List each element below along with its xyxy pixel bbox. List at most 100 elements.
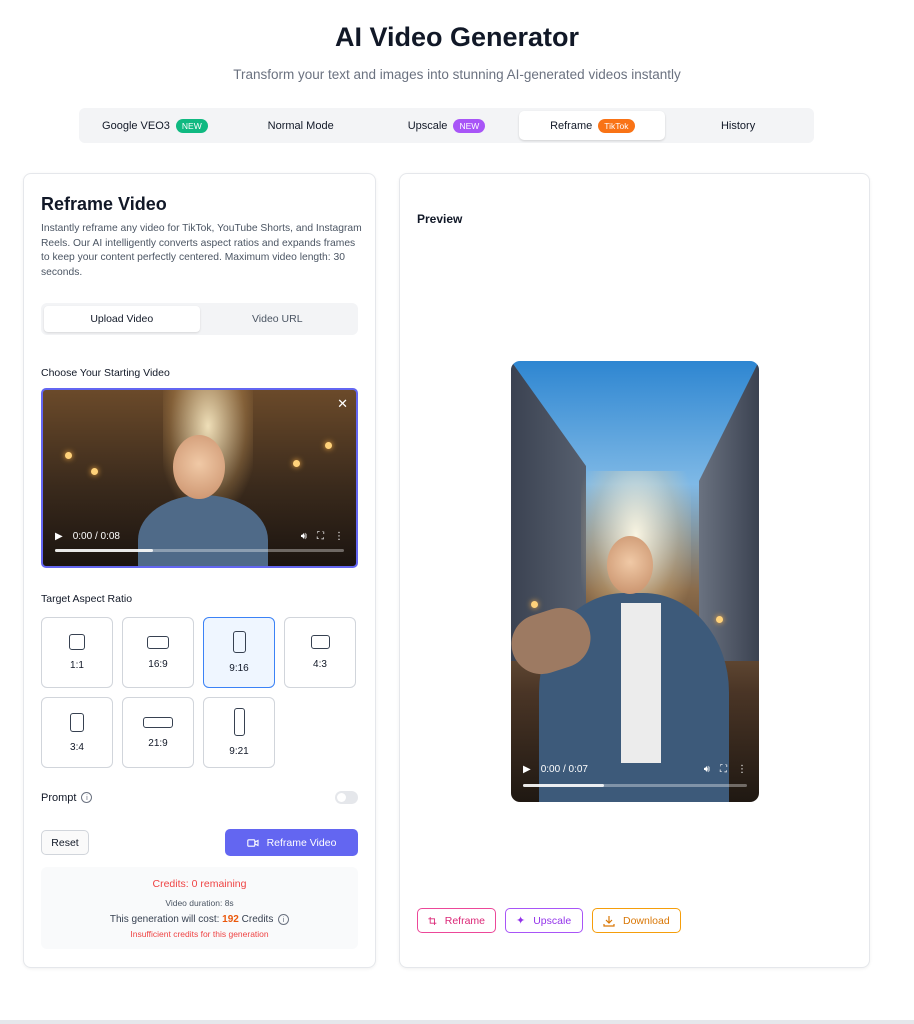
tall-portrait-icon [233,708,245,736]
landscape-icon [147,635,169,649]
upscale-button[interactable]: ✦ Upscale [505,908,583,933]
new-badge: NEW [453,118,486,133]
volume-icon[interactable]: 🔊︎ [704,764,710,775]
tab-label: Google VEO3 [102,119,170,132]
new-badge: NEW [175,118,208,133]
ratio-label: 4:3 [313,659,327,670]
crop-icon [428,916,437,925]
tab-label: History [720,119,756,132]
reframe-button[interactable]: Reframe [417,908,496,933]
portrait-icon [232,631,246,653]
lantern [91,468,98,475]
video-url-option[interactable]: Video URL [200,306,356,332]
prompt-row: Prompt i [41,791,358,804]
ratio-label: 16:9 [148,658,168,670]
ratio-16-9[interactable]: 16:9 [122,617,194,688]
panel-description: Instantly reframe any video for TikTok, … [41,223,362,278]
reframe-video-button[interactable]: Reframe Video [225,829,358,856]
video-time: 0:00 / 0:07 [540,764,588,775]
aspect-ratio-label: Target Aspect Ratio [41,593,133,605]
prompt-label: Prompt [41,791,77,804]
aspect-ratio-grid: 1:1 16:9 9:16 4:3 3:4 21:9 9:21 [41,617,358,768]
info-icon[interactable]: i [81,792,93,803]
credits-remaining: Credits: 0 remaining [152,878,247,890]
tab-history[interactable]: History [665,111,811,140]
ratio-4-3[interactable]: 4:3 [284,617,356,688]
starting-video-label: Choose Your Starting Video [41,367,170,379]
sparkle-icon: ✦ [516,915,526,927]
portrait-icon [70,712,84,732]
source-video-player[interactable]: ✕ ▶ 0:00 / 0:08 🔊︎ ⛶ ⋮ [41,388,358,568]
ratio-label: 3:4 [70,741,84,753]
reframe-panel: Reframe Video Instantly reframe any vide… [23,173,376,968]
prompt-toggle[interactable] [335,791,358,804]
upload-video-option[interactable]: Upload Video [44,306,200,332]
video-controls: ▶ 0:00 / 0:08 🔊︎ ⛶ ⋮ [55,531,344,542]
ratio-9-21[interactable]: 9:21 [203,697,275,768]
more-options-icon[interactable]: ⋮ [737,764,747,775]
ratio-21-9[interactable]: 21:9 [122,697,194,768]
page-title: AI Video Generator [334,22,580,52]
play-icon[interactable]: ▶ [55,531,63,542]
ratio-1-1[interactable]: 1:1 [41,617,113,688]
cost-suffix: Credits [241,914,274,925]
reframe-label: Reframe [444,914,485,927]
insufficient-credits-warning: Insufficient credits for this generation [130,929,269,939]
lantern [325,442,332,449]
video-progress-fill [523,784,604,787]
play-icon[interactable]: ▶ [523,764,531,775]
bottom-divider [0,1020,914,1024]
preview-label: Preview [417,212,463,226]
ratio-label: 9:21 [229,746,249,757]
download-button[interactable]: Download [592,908,681,933]
lantern [716,616,723,623]
ratio-3-4[interactable]: 3:4 [41,697,113,768]
generation-cost: This generation will cost: 192 Credits i [41,914,358,925]
reset-button[interactable]: Reset [41,830,89,855]
landscape-icon [310,635,330,649]
video-time: 0:00 / 0:08 [72,531,120,542]
video-progress-fill [55,549,154,552]
tab-upscale[interactable]: Upscale NEW [374,111,520,140]
tab-google-veo3[interactable]: Google VEO3 NEW [82,111,228,140]
credits-box: Credits: 0 remaining Video duration: 8s … [41,867,358,949]
lantern [293,460,300,467]
tab-label: Reframe [550,119,593,132]
ultrawide-icon [143,716,173,728]
volume-icon[interactable]: 🔊︎ [301,531,307,542]
tiktok-badge: TikTok [598,118,635,133]
reframe-video-label: Reframe Video [266,836,337,849]
video-camera-icon [246,838,259,847]
fullscreen-icon[interactable]: ⛶ [317,531,324,542]
preview-actions: Reframe ✦ Upscale Download [417,908,681,933]
download-label: Download [623,914,670,927]
video-frame-person-shirt [621,603,661,763]
panel-title: Reframe Video [41,194,167,214]
tab-reframe[interactable]: Reframe TikTok [519,111,666,140]
video-progress-bar[interactable] [55,549,344,552]
video-duration: Video duration: 8s [165,898,234,908]
ratio-9-16[interactable]: 9:16 [203,617,275,688]
fullscreen-icon[interactable]: ⛶ [720,764,727,775]
more-options-icon[interactable]: ⋮ [334,531,344,542]
video-frame-person-face [607,536,653,594]
lantern [65,452,72,459]
preview-panel: Preview ▶ 0:00 / 0:07 🔊︎ ⛶ ⋮ Reframe ✦ U… [399,173,870,968]
tab-label: Upscale [407,119,448,132]
upscale-label: Upscale [533,914,572,927]
info-icon[interactable]: i [278,914,290,925]
preview-video-player[interactable]: ▶ 0:00 / 0:07 🔊︎ ⛶ ⋮ [511,361,759,802]
download-icon [603,915,615,927]
cost-prefix: This generation will cost: [109,914,220,925]
source-toggle: Upload Video Video URL [41,303,358,335]
video-frame-person-face [173,435,225,499]
video-frame-building [699,361,759,661]
video-progress-bar[interactable] [523,784,747,787]
mode-tabs: Google VEO3 NEW Normal Mode Upscale NEW … [79,108,814,143]
close-icon[interactable]: ✕ [337,396,348,412]
cost-value: 192 [222,914,239,925]
tab-normal-mode[interactable]: Normal Mode [228,111,374,140]
ratio-label: 1:1 [70,660,84,671]
toggle-knob [337,793,346,802]
ratio-label: 9:16 [229,663,249,674]
